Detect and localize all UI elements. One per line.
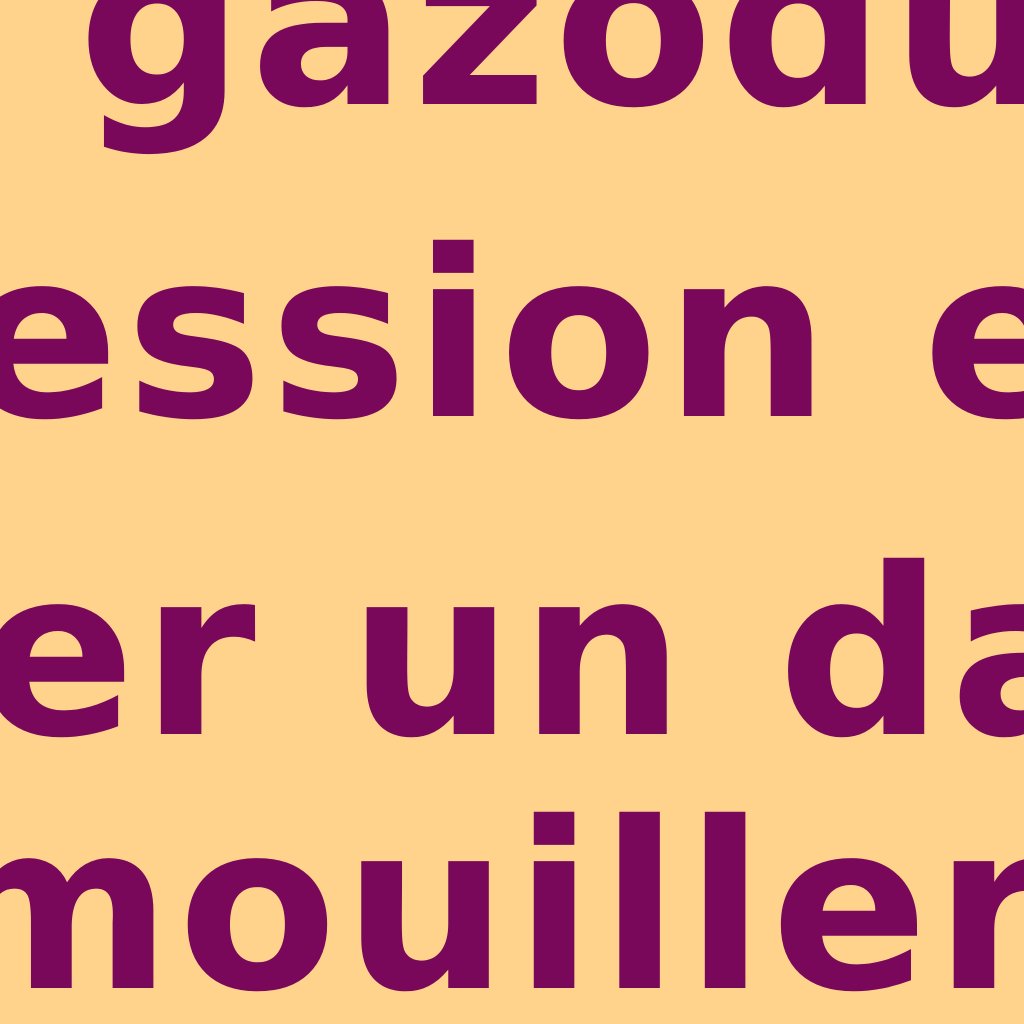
text-line-1: gazoduc	[78, 0, 1024, 159]
text-line-2: ession et	[0, 201, 1024, 471]
zoomed-text-canvas: gazoduc ession et er un dan mouiller	[0, 0, 1024, 1024]
text-line-3: er un dan	[0, 519, 1024, 789]
text-line-4: mouiller	[0, 773, 1024, 1024]
